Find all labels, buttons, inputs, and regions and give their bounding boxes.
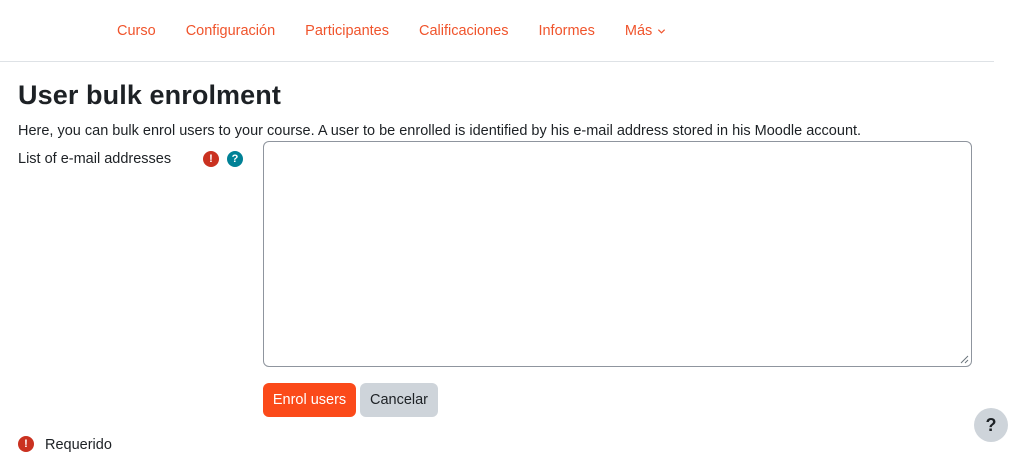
exclamation-circle-icon: !	[203, 151, 219, 167]
question-circle-icon[interactable]: ?	[227, 151, 243, 167]
enrol-users-button[interactable]: Enrol users	[263, 383, 356, 417]
secondary-navigation: Curso Configuración Participantes Califi…	[0, 0, 994, 62]
tab-configuracion[interactable]: Configuración	[171, 23, 290, 39]
tab-mas[interactable]: Más	[610, 23, 681, 39]
help-fab-button[interactable]: ?	[974, 408, 1008, 442]
chevron-down-icon	[658, 28, 666, 34]
email-list-textarea[interactable]	[263, 141, 972, 367]
email-list-label: List of e-mail addresses	[18, 151, 172, 167]
page-title: User bulk enrolment	[18, 80, 281, 110]
tab-calificaciones[interactable]: Calificaciones	[404, 23, 523, 39]
cancel-button[interactable]: Cancelar	[360, 383, 438, 417]
nav-tabs: Curso Configuración Participantes Califi…	[102, 0, 681, 62]
tab-mas-label: Más	[624, 23, 653, 39]
tab-participantes[interactable]: Participantes	[290, 23, 404, 39]
page-description: Here, you can bulk enrol users to your c…	[18, 123, 862, 139]
tab-curso[interactable]: Curso	[102, 23, 171, 39]
exclamation-circle-icon: !	[18, 436, 34, 452]
required-legend-label: Requerido	[45, 437, 112, 453]
resize-grip-icon[interactable]	[959, 354, 969, 364]
tab-informes[interactable]: Informes	[523, 23, 609, 39]
